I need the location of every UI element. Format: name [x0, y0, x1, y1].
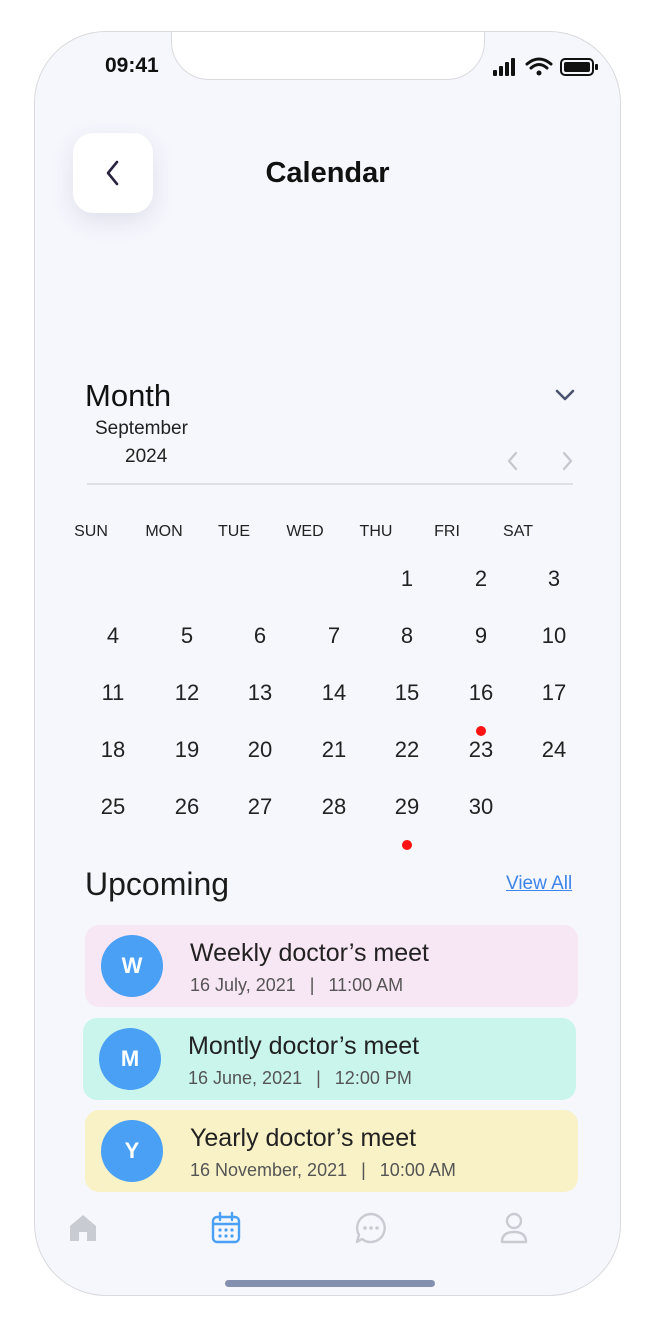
nav-calendar-button[interactable]	[207, 1208, 245, 1248]
calendar-day-26[interactable]: 26	[162, 794, 212, 834]
event-title: Weekly doctor’s meet	[190, 939, 429, 967]
signal-icon	[493, 58, 515, 76]
event-card[interactable]: M Montly doctor’s meet 16 June, 2021 | 12:00…	[83, 1018, 576, 1100]
event-separator: |	[361, 1160, 366, 1180]
event-title: Montly doctor’s meet	[188, 1032, 420, 1060]
wifi-icon	[525, 57, 553, 76]
status-icons	[493, 57, 598, 76]
weekday-label: TUE	[218, 523, 250, 540]
weekday-label: THU	[359, 523, 393, 540]
calendar-day-11[interactable]: 11	[88, 680, 138, 720]
page-title: Calendar	[265, 157, 390, 189]
event-time: 11:00 AM	[328, 975, 404, 995]
calendar-day-10[interactable]: 10	[529, 623, 579, 663]
event-date: 16 July, 2021	[190, 975, 296, 995]
calendar-day-1[interactable]: 1	[382, 566, 432, 606]
event-indicator-dot	[402, 840, 412, 850]
calendar-day-9[interactable]: 9	[456, 623, 506, 663]
calendar-day-22[interactable]: 22	[382, 737, 432, 777]
view-mode-label: Month	[85, 378, 172, 413]
event-card[interactable]: W Weekly doctor’s meet 16 July, 2021 | 11:00…	[85, 925, 578, 1007]
calendar-day-30[interactable]: 30	[456, 794, 506, 834]
calendar-day-29[interactable]: 29	[382, 794, 432, 834]
nav-profile-button[interactable]	[495, 1208, 533, 1248]
weekday-label: SAT	[503, 523, 533, 540]
event-time: 10:00 AM	[379, 1160, 456, 1180]
nav-home-button[interactable]	[64, 1208, 102, 1248]
calendar-day-16[interactable]: 16	[456, 680, 506, 720]
event-datetime: 16 July, 2021 | 11:00 AM	[190, 975, 403, 996]
chat-icon	[354, 1211, 388, 1245]
event-avatar: W	[101, 935, 163, 997]
divider	[87, 483, 573, 485]
home-icon	[67, 1212, 99, 1244]
calendar-day-12[interactable]: 12	[162, 680, 212, 720]
calendar-day-5[interactable]: 5	[162, 623, 212, 663]
event-separator: |	[316, 1068, 321, 1088]
event-indicator-dot	[476, 726, 486, 736]
calendar-day-13[interactable]: 13	[235, 680, 285, 720]
weekday-label: SUN	[74, 523, 108, 540]
calendar-day-27[interactable]: 27	[235, 794, 285, 834]
calendar-day-21[interactable]: 21	[309, 737, 359, 777]
home-indicator	[225, 1280, 435, 1287]
calendar-day-15[interactable]: 15	[382, 680, 432, 720]
month-name: September	[95, 418, 188, 439]
event-title: Yearly doctor’s meet	[190, 1124, 417, 1152]
event-time: 12:00 PM	[334, 1068, 412, 1088]
calendar-day-2[interactable]: 2	[456, 566, 506, 606]
weekday-label: FRI	[434, 523, 460, 540]
calendar-day-7[interactable]: 7	[309, 623, 359, 663]
event-datetime: 16 November, 2021 | 10:00 AM	[190, 1160, 456, 1181]
calendar-day-3[interactable]: 3	[529, 566, 579, 606]
view-all-link[interactable]: View All	[506, 873, 572, 895]
calendar-day-20[interactable]: 20	[235, 737, 285, 777]
event-card[interactable]: Y Yearly doctor’s meet 16 November, 2021 | 1…	[85, 1110, 578, 1192]
chevron-left-icon[interactable]	[503, 450, 523, 472]
calendar-day-25[interactable]: 25	[88, 794, 138, 834]
phone-frame: 09:41 Calendar Month September 2024 SUN …	[34, 31, 621, 1296]
status-time: 09:41	[105, 54, 159, 77]
weekday-label: MON	[145, 523, 183, 540]
profile-icon	[499, 1211, 529, 1245]
chevron-down-icon[interactable]	[553, 386, 577, 404]
calendar-day-14[interactable]: 14	[309, 680, 359, 720]
event-avatar: Y	[101, 1120, 163, 1182]
nav-chat-button[interactable]	[352, 1208, 390, 1248]
event-date: 16 June, 2021	[188, 1068, 303, 1088]
calendar-day-28[interactable]: 28	[309, 794, 359, 834]
calendar-day-24[interactable]: 24	[529, 737, 579, 777]
device-notch	[171, 32, 485, 80]
calendar-day-8[interactable]: 8	[382, 623, 432, 663]
chevron-right-icon[interactable]	[557, 450, 577, 472]
year-label: 2024	[125, 446, 168, 467]
calendar-icon	[210, 1211, 242, 1245]
calendar-day-17[interactable]: 17	[529, 680, 579, 720]
calendar-day-18[interactable]: 18	[88, 737, 138, 777]
event-date: 16 November, 2021	[190, 1160, 348, 1180]
battery-icon	[560, 58, 598, 76]
event-separator: |	[309, 975, 315, 995]
event-avatar: M	[99, 1028, 161, 1090]
weekday-label: WED	[286, 523, 324, 540]
upcoming-title: Upcoming	[85, 866, 230, 902]
calendar-day-23[interactable]: 23	[456, 737, 506, 777]
calendar-day-6[interactable]: 6	[235, 623, 285, 663]
calendar-day-4[interactable]: 4	[88, 623, 138, 663]
event-datetime: 16 June, 2021 | 12:00 PM	[188, 1068, 412, 1089]
calendar-day-19[interactable]: 19	[162, 737, 212, 777]
